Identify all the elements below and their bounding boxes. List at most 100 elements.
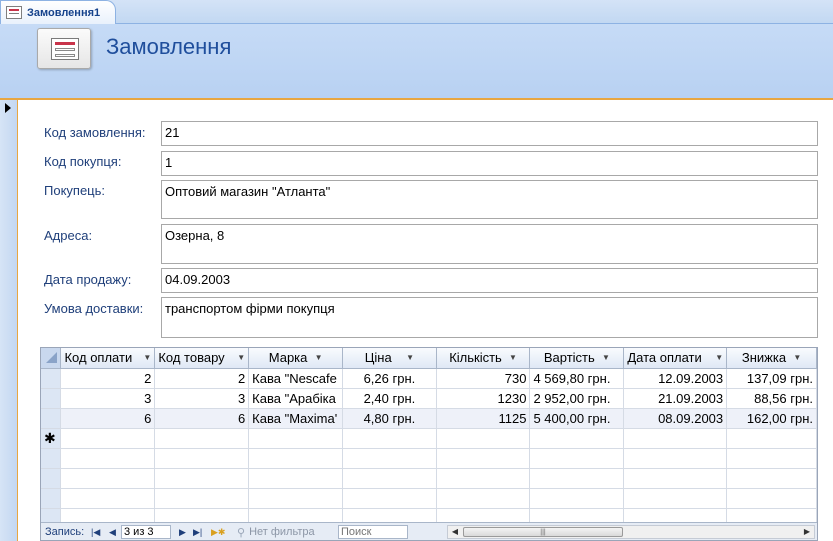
form-header: Замовлення xyxy=(0,24,833,100)
order-code-field[interactable]: 21 xyxy=(161,121,818,146)
next-record-button[interactable]: ▶ xyxy=(179,523,186,540)
delivery-field[interactable]: транспортом фірми покупця xyxy=(161,297,818,338)
table-cell[interactable]: 1230 xyxy=(436,388,531,409)
table-cell[interactable] xyxy=(154,428,250,449)
scroll-right-icon[interactable]: ▶ xyxy=(800,526,814,538)
table-cell[interactable]: 2 952,00 грн. xyxy=(529,388,625,409)
dropdown-arrow-icon[interactable]: ▼ xyxy=(509,353,517,362)
row-selector[interactable] xyxy=(41,408,62,429)
dropdown-arrow-icon[interactable]: ▼ xyxy=(793,353,801,362)
table-cell[interactable]: Кава "Nescafe xyxy=(248,368,344,389)
new-record-selector[interactable]: ✱ xyxy=(41,428,62,449)
search-input[interactable] xyxy=(338,525,408,539)
table-cell[interactable]: 08.09.2003 xyxy=(623,408,728,429)
form-logo-icon xyxy=(37,28,91,69)
sale-date-field[interactable]: 04.09.2003 xyxy=(161,268,818,293)
no-filter-icon: ⚲ xyxy=(237,526,246,539)
table-cell[interactable]: 2 xyxy=(154,368,250,389)
table-cell[interactable] xyxy=(248,428,344,449)
record-navigation-bar: Запись: |◀ ◀ ▶ ▶| ▶✱ ⚲ Нет фильтра ◀ |||… xyxy=(41,522,817,540)
delivery-label: Умова доставки: xyxy=(44,301,144,316)
row-selector[interactable] xyxy=(41,368,62,389)
dropdown-arrow-icon[interactable]: ▼ xyxy=(143,353,151,362)
document-tab-label: Замовлення1 xyxy=(27,6,101,19)
table-cell[interactable]: 1125 xyxy=(436,408,531,429)
table-cell[interactable] xyxy=(726,428,817,449)
record-label: Запись: xyxy=(45,526,85,538)
dropdown-arrow-icon[interactable]: ▼ xyxy=(315,353,323,362)
table-cell[interactable]: 162,00 грн. xyxy=(726,408,817,429)
horizontal-scrollbar[interactable]: ◀ ||| ▶ xyxy=(447,525,815,539)
select-all-corner[interactable] xyxy=(41,348,62,369)
column-header[interactable]: Ціна ▼ xyxy=(342,348,437,369)
new-record-row[interactable]: ✱ xyxy=(41,428,817,449)
table-row[interactable]: 6 6 Кава "Maxima' 4,80 грн. 1125 5 400,0… xyxy=(41,408,817,429)
row-selector[interactable] xyxy=(41,388,62,409)
table-cell[interactable]: 3 xyxy=(60,388,156,409)
table-cell[interactable] xyxy=(529,428,625,449)
column-header[interactable]: Кількість ▼ xyxy=(436,348,531,369)
table-cell[interactable]: 88,56 грн. xyxy=(726,388,817,409)
table-cell[interactable] xyxy=(623,428,728,449)
table-cell[interactable]: 2,40 грн. xyxy=(342,388,437,409)
table-cell[interactable] xyxy=(60,428,156,449)
dropdown-arrow-icon[interactable]: ▼ xyxy=(237,353,245,362)
table-cell[interactable]: 6 xyxy=(154,408,250,429)
new-record-button[interactable]: ▶✱ xyxy=(211,523,225,540)
table-cell[interactable]: 2 xyxy=(60,368,156,389)
table-cell[interactable]: 137,09 грн. xyxy=(726,368,817,389)
dropdown-arrow-icon[interactable]: ▼ xyxy=(602,353,610,362)
payments-datasheet: Код оплати ▼ Код товару ▼ Марка ▼ Ціна ▼ К… xyxy=(41,348,817,529)
customer-label: Покупець: xyxy=(44,183,106,198)
document-tab[interactable]: Замовлення1 xyxy=(0,0,116,24)
table-cell[interactable]: Кава "Арабіка xyxy=(248,388,344,409)
table-cell[interactable]: 4 569,80 грн. xyxy=(529,368,625,389)
customer-code-field[interactable]: 1 xyxy=(161,151,818,176)
table-cell[interactable]: 6 xyxy=(60,408,156,429)
table-row[interactable]: 2 2 Кава "Nescafe 6,26 грн. 730 4 569,80… xyxy=(41,368,817,389)
current-record-arrow-icon xyxy=(5,103,11,113)
filter-indicator[interactable]: ⚲ Нет фильтра xyxy=(237,523,315,540)
document-tab-strip: Замовлення1 xyxy=(0,0,833,24)
first-record-button[interactable]: |◀ xyxy=(91,523,100,540)
table-cell[interactable]: Кава "Maxima' xyxy=(248,408,344,429)
address-label: Адреса: xyxy=(44,228,93,243)
customer-code-label: Код покупця: xyxy=(44,154,122,169)
order-code-label: Код замовлення: xyxy=(44,125,146,140)
table-row[interactable]: 3 3 Кава "Арабіка 2,40 грн. 1230 2 952,0… xyxy=(41,388,817,409)
dropdown-arrow-icon[interactable]: ▼ xyxy=(406,353,414,362)
sale-date-label: Дата продажу: xyxy=(44,272,132,287)
table-cell[interactable]: 12.09.2003 xyxy=(623,368,728,389)
address-field[interactable]: Озерна, 8 xyxy=(161,224,818,264)
previous-record-button[interactable]: ◀ xyxy=(109,523,116,540)
customer-field[interactable]: Оптовий магазин "Атланта" xyxy=(161,180,818,219)
table-cell[interactable]: 730 xyxy=(436,368,531,389)
table-cell[interactable] xyxy=(342,428,437,449)
scroll-left-icon[interactable]: ◀ xyxy=(448,526,462,538)
filter-label: Нет фильтра xyxy=(249,526,315,538)
column-header[interactable]: Код оплати ▼ xyxy=(60,348,156,369)
last-record-button[interactable]: ▶| xyxy=(193,523,202,540)
table-cell[interactable]: 5 400,00 грн. xyxy=(529,408,625,429)
form-icon xyxy=(6,6,22,19)
table-cell[interactable] xyxy=(436,428,531,449)
empty-row xyxy=(41,448,817,469)
table-cell[interactable]: 6,26 грн. xyxy=(342,368,437,389)
scrollbar-thumb[interactable]: ||| xyxy=(463,527,623,537)
new-record-icon: ✱ xyxy=(44,429,56,446)
header-row: Код оплати ▼ Код товару ▼ Марка ▼ Ціна ▼ К… xyxy=(41,348,817,369)
column-header[interactable]: Дата оплати ▼ xyxy=(623,348,728,369)
dropdown-arrow-icon[interactable]: ▼ xyxy=(715,353,723,362)
column-header[interactable]: Марка ▼ xyxy=(248,348,344,369)
column-header[interactable]: Знижка ▼ xyxy=(726,348,817,369)
form-title: Замовлення xyxy=(106,34,232,59)
empty-row xyxy=(41,468,817,489)
column-header[interactable]: Вартість ▼ xyxy=(529,348,625,369)
record-position-input[interactable] xyxy=(121,525,171,539)
table-cell[interactable]: 21.09.2003 xyxy=(623,388,728,409)
table-cell[interactable]: 4,80 грн. xyxy=(342,408,437,429)
empty-row xyxy=(41,488,817,509)
table-cell[interactable]: 3 xyxy=(154,388,250,409)
column-header[interactable]: Код товару ▼ xyxy=(154,348,250,369)
record-selector[interactable] xyxy=(0,100,18,541)
